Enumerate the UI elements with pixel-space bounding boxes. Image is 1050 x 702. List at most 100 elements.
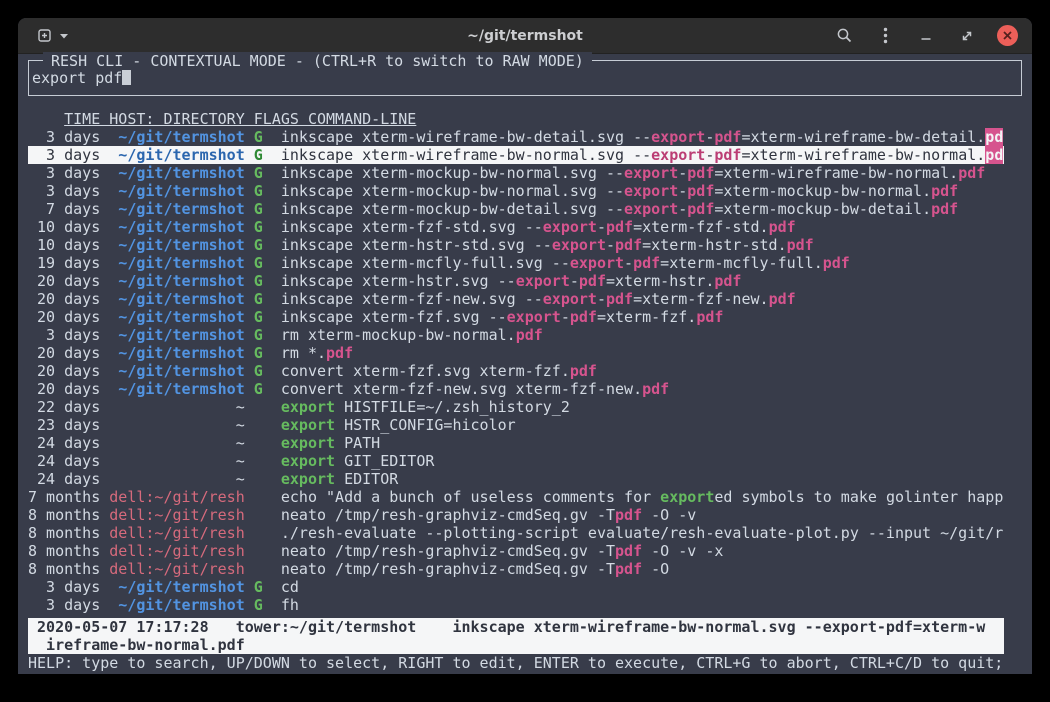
row-time: 3 days [28,578,109,596]
table-row[interactable]: 24 days ~ export EDITOR [28,470,1004,488]
table-row[interactable]: 3 days ~/git/termshot G rm xterm-mockup-… [28,326,1004,344]
close-button[interactable] [997,25,1018,46]
row-time: 20 days [28,290,109,308]
table-row[interactable]: 23 days ~ export HSTR_CONFIG=hicolor [28,416,1004,434]
table-row[interactable]: 8 months dell:~/git/resh neato /tmp/resh… [28,506,1004,524]
row-flags: G [254,128,281,146]
row-command: cd [281,578,299,596]
row-time: 3 days [28,164,109,182]
row-command: inkscape xterm-mockup-bw-detail.svg --ex… [281,200,958,218]
row-command: inkscape xterm-mockup-bw-normal.svg --ex… [281,182,958,200]
row-command: export HSTR_CONFIG=hicolor [281,416,516,434]
row-flags: G [254,218,281,236]
table-row[interactable]: 3 days ~/git/termshot G inkscape xterm-m… [28,182,1004,200]
row-flags [254,524,281,542]
row-time: 3 days [28,182,109,200]
titlebar: ~/git/termshot [18,18,1032,54]
menu-button[interactable] [874,25,896,47]
row-command: convert xterm-fzf-new.svg xterm-fzf-new.… [281,380,669,398]
row-time: 22 days [28,398,109,416]
row-host: ~ [109,452,254,470]
table-row[interactable]: 20 days ~/git/termshot G inkscape xterm-… [28,290,1004,308]
row-command: inkscape xterm-fzf-new.svg --export-pdf=… [281,290,796,308]
row-time: 20 days [28,272,109,290]
row-time: 3 days [28,146,109,164]
row-flags [254,452,281,470]
table-row[interactable]: 20 days ~/git/termshot G convert xterm-f… [28,362,1004,380]
table-row[interactable]: 3 days ~/git/termshot G fh [28,596,1004,614]
search-query: export pdf [32,69,122,87]
row-flags [254,560,281,578]
row-host: ~/git/termshot [109,164,254,182]
table-row[interactable]: 19 days ~/git/termshot G inkscape xterm-… [28,254,1004,272]
new-tab-button[interactable] [34,25,56,47]
row-flags: G [254,362,281,380]
row-command: neato /tmp/resh-graphviz-cmdSeq.gv -Tpdf… [281,542,724,560]
row-host: dell:~/git/resh [109,524,254,542]
row-host: ~/git/termshot [109,236,254,254]
table-row[interactable]: 3 days ~/git/termshot G inkscape xterm-m… [28,164,1004,182]
table-row[interactable]: 3 days ~/git/termshot G cd [28,578,1004,596]
terminal-window: ~/git/termshot [18,18,1032,674]
row-time: 8 months [28,524,109,542]
row-flags: G [254,326,281,344]
row-host: dell:~/git/resh [109,542,254,560]
table-row[interactable]: 8 months dell:~/git/resh neato /tmp/resh… [28,542,1004,560]
row-command: inkscape xterm-wireframe-bw-normal.svg -… [281,146,1003,164]
row-host: ~/git/termshot [109,200,254,218]
table-row[interactable]: 10 days ~/git/termshot G inkscape xterm-… [28,218,1004,236]
table-row[interactable]: 24 days ~ export PATH [28,434,1004,452]
search-button[interactable] [833,25,855,47]
row-flags [254,506,281,524]
table-row[interactable]: 20 days ~/git/termshot G inkscape xterm-… [28,272,1004,290]
row-flags: G [254,236,281,254]
row-command: inkscape xterm-fzf.svg --export-pdf=xter… [281,308,724,326]
row-flags [254,542,281,560]
row-command: rm xterm-mockup-bw-normal.pdf [281,326,543,344]
row-flags [254,488,281,506]
table-row[interactable]: 3 days ~/git/termshot G inkscape xterm-w… [28,146,1004,164]
row-command: convert xterm-fzf.svg xterm-fzf.pdf [281,362,597,380]
row-host: ~/git/termshot [109,326,254,344]
table-row[interactable]: 20 days ~/git/termshot G inkscape xterm-… [28,308,1004,326]
table-header-text: TIME HOST: DIRECTORY FLAGS COMMAND-LINE [64,110,416,128]
row-flags: G [254,290,281,308]
table-row[interactable]: 8 months dell:~/git/resh ./resh-evaluate… [28,524,1004,542]
row-host: dell:~/git/resh [109,488,254,506]
row-command: inkscape xterm-fzf-std.svg --export-pdf=… [281,218,796,236]
row-command: echo "Add a bunch of useless comments fo… [281,488,1003,506]
row-flags: G [254,380,281,398]
minimize-icon [918,28,934,44]
row-host: ~/git/termshot [109,218,254,236]
restore-button[interactable] [956,25,978,47]
row-time: 20 days [28,380,109,398]
table-row[interactable]: 10 days ~/git/termshot G inkscape xterm-… [28,236,1004,254]
table-row[interactable]: 8 months dell:~/git/resh neato /tmp/resh… [28,560,1004,578]
table-row[interactable]: 20 days ~/git/termshot G rm *.pdf [28,344,1004,362]
table-row[interactable]: 24 days ~ export GIT_EDITOR [28,452,1004,470]
kebab-menu-icon [883,27,888,44]
row-time: 23 days [28,416,109,434]
row-flags: G [254,596,281,614]
table-row[interactable]: 20 days ~/git/termshot G convert xterm-f… [28,380,1004,398]
row-flags: G [254,308,281,326]
minimize-button[interactable] [915,25,937,47]
row-flags: G [254,272,281,290]
row-host: ~/git/termshot [109,128,254,146]
row-host: ~/git/termshot [109,254,254,272]
table-row[interactable]: 7 days ~/git/termshot G inkscape xterm-m… [28,200,1004,218]
row-time: 24 days [28,452,109,470]
table-row[interactable]: 22 days ~ export HISTFILE=~/.zsh_history… [28,398,1004,416]
row-command: inkscape xterm-hstr.svg --export-pdf=xte… [281,272,742,290]
row-host: ~/git/termshot [109,578,254,596]
row-command: export GIT_EDITOR [281,452,435,470]
tab-dropdown-button[interactable] [58,25,70,47]
row-host: dell:~/git/resh [109,506,254,524]
table-row[interactable]: 7 months dell:~/git/resh echo "Add a bun… [28,488,1004,506]
table-row[interactable]: 3 days ~/git/termshot G inkscape xterm-w… [28,128,1004,146]
row-flags: G [254,146,281,164]
help-line: HELP: type to search, UP/DOWN to select,… [28,654,1022,672]
row-host: ~/git/termshot [109,380,254,398]
search-box-title: RESH CLI - CONTEXTUAL MODE - (CTRL+R to … [43,52,592,70]
row-time: 7 months [28,488,109,506]
